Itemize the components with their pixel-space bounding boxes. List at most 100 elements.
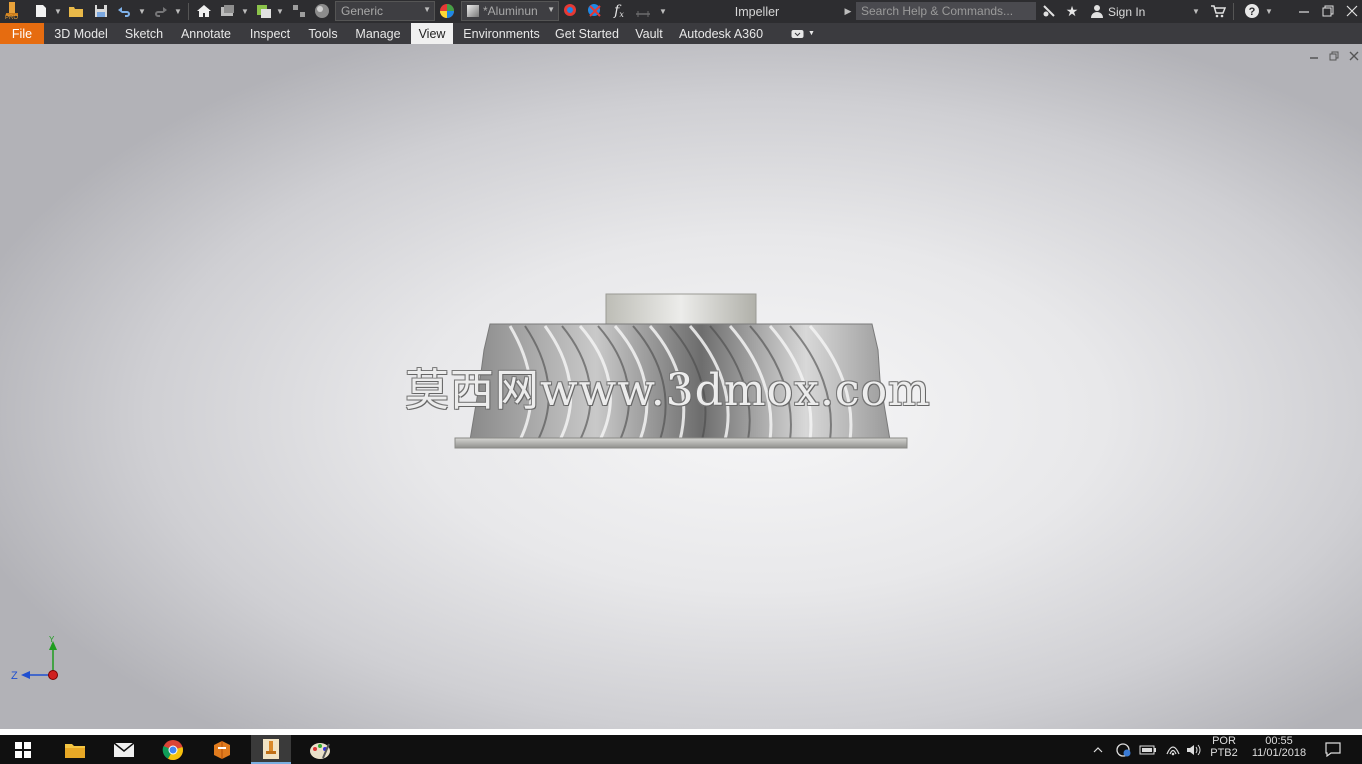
tab-label: Inspect	[249, 26, 291, 41]
title-bar: PRO ▼ ▼ ▼ ▼ ▼ Generic ▼ *Aluminun ▼ f x …	[0, 0, 1362, 23]
adjust-appearance-icon[interactable]	[562, 2, 580, 20]
viewport-close-icon[interactable]	[1347, 49, 1361, 63]
tab-file[interactable]: File	[0, 23, 44, 44]
favorites-star-icon[interactable]: ★	[1063, 2, 1081, 20]
account-dropdown-chevron-icon[interactable]: ▼	[1191, 4, 1201, 19]
viewport-restore-icon[interactable]	[1327, 49, 1341, 63]
triad-z-label: Z	[11, 670, 18, 682]
redo-dropdown-chevron-icon[interactable]: ▼	[173, 4, 183, 19]
tab-view[interactable]: View	[411, 23, 453, 44]
tab-label: File	[11, 26, 33, 41]
close-window-icon[interactable]	[1343, 2, 1361, 20]
home-icon[interactable]	[195, 2, 213, 20]
windows-taskbar: POR PTB2 00:55 11/01/2018	[0, 735, 1362, 764]
action-center-icon[interactable]	[1318, 735, 1348, 764]
impeller-hub	[605, 293, 757, 327]
appearance-combo-chevron-icon: ▼	[547, 5, 555, 14]
tab-inspect[interactable]: Inspect	[243, 23, 297, 44]
keyboard-layout-label: PTB2	[1210, 746, 1238, 759]
sign-in-button[interactable]: Sign In	[1108, 0, 1148, 23]
redo-icon[interactable]	[151, 2, 169, 20]
inventor-logo-icon[interactable]: PRO	[3, 1, 21, 22]
material-sphere-icon[interactable]	[313, 2, 331, 20]
update-icon[interactable]	[255, 2, 273, 20]
tab-label: Get Started	[555, 26, 619, 41]
project-dropdown-chevron-icon[interactable]: ▼	[240, 4, 250, 19]
inventor-taskbar-icon[interactable]	[251, 735, 291, 764]
tab-label: 3D Model	[54, 26, 108, 41]
volume-icon[interactable]	[1184, 735, 1204, 764]
new-dropdown-chevron-icon[interactable]: ▼	[53, 4, 63, 19]
show-hidden-icons-chevron-icon[interactable]	[1090, 735, 1106, 764]
customize-quick-access-chevron-icon[interactable]: ▼	[658, 4, 668, 19]
measure-icon[interactable]	[634, 2, 652, 20]
tab-label: Sketch	[124, 26, 164, 41]
tab-manage[interactable]: Manage	[349, 23, 407, 44]
material-combo[interactable]: Generic ▼	[335, 1, 435, 21]
open-folder-icon[interactable]	[67, 2, 85, 20]
appearance-color-wheel-icon[interactable]	[438, 2, 456, 20]
help-dropdown-chevron-icon[interactable]: ▼	[1264, 4, 1274, 19]
package-app-icon[interactable]	[202, 735, 242, 764]
view-triad: Y Z	[11, 636, 58, 682]
minimize-window-icon[interactable]	[1295, 2, 1313, 20]
tab-tools[interactable]: Tools	[302, 23, 344, 44]
chrome-icon[interactable]	[153, 735, 193, 764]
tab-environments[interactable]: Environments	[458, 23, 545, 44]
fx-sub: x	[619, 9, 624, 19]
tab-annotate[interactable]: Annotate	[174, 23, 238, 44]
new-file-icon[interactable]	[32, 2, 50, 20]
search-expand-chevron-icon[interactable]: ▶	[843, 4, 853, 19]
file-explorer-icon[interactable]	[55, 735, 95, 764]
update-dropdown-chevron-icon[interactable]: ▼	[275, 4, 285, 19]
search-help-input[interactable]: Search Help & Commands...	[856, 2, 1036, 20]
tab-label: Environments	[463, 26, 540, 41]
wifi-icon[interactable]	[1162, 735, 1184, 764]
restore-window-icon[interactable]	[1319, 2, 1337, 20]
ribbon-display-options-icon[interactable]: ▼	[788, 23, 818, 44]
z-axis-arrow-icon	[21, 671, 30, 679]
impeller-base-plate	[454, 437, 908, 449]
help-icon[interactable]: ?	[1243, 2, 1261, 20]
undo-icon[interactable]	[116, 2, 134, 20]
clock[interactable]: 00:55 11/01/2018	[1246, 735, 1312, 764]
watermark-text: 莫西网www.3dmox.com	[405, 365, 931, 416]
tab-sketch[interactable]: Sketch	[119, 23, 169, 44]
input-language-indicator[interactable]: POR PTB2	[1206, 735, 1242, 764]
select-filter-icon[interactable]	[290, 2, 308, 20]
network-sync-icon[interactable]	[1112, 735, 1134, 764]
language-label: POR	[1212, 734, 1236, 747]
shopping-cart-icon[interactable]	[1209, 2, 1227, 20]
svg-text:?: ?	[1249, 6, 1256, 18]
graphics-viewport[interactable]: 莫西网www.3dmox.com Y Z	[0, 44, 1362, 729]
save-icon[interactable]	[92, 2, 110, 20]
paint-app-icon[interactable]	[300, 735, 340, 764]
tab-label: Autodesk A360	[678, 26, 764, 41]
ribbon-tab-bar: File 3D Model Sketch Annotate Inspect To…	[0, 23, 1362, 44]
appearance-swatch-icon	[467, 5, 479, 17]
material-combo-chevron-icon: ▼	[423, 5, 431, 14]
tab-label: Manage	[355, 26, 401, 41]
sign-in-label: Sign In	[1108, 4, 1146, 19]
tab-label: Vault	[635, 26, 663, 41]
parameters-fx-icon[interactable]: fx	[610, 2, 628, 20]
project-icon[interactable]	[219, 2, 237, 20]
mail-icon[interactable]	[104, 735, 144, 764]
tab-label: Tools	[308, 26, 338, 41]
user-icon[interactable]	[1088, 2, 1106, 20]
tab-vault[interactable]: Vault	[629, 23, 669, 44]
clock-date: 11/01/2018	[1251, 746, 1307, 759]
binoculars-icon[interactable]	[1040, 2, 1058, 20]
x-axis-origin-icon	[48, 670, 58, 680]
undo-dropdown-chevron-icon[interactable]: ▼	[137, 4, 147, 19]
tab-label: Annotate	[180, 26, 232, 41]
tab-3d-model[interactable]: 3D Model	[48, 23, 114, 44]
tab-autodesk-a360[interactable]: Autodesk A360	[674, 23, 768, 44]
viewport-minimize-icon[interactable]	[1307, 49, 1321, 63]
windows-start-icon[interactable]	[3, 735, 43, 764]
appearance-combo[interactable]: *Aluminun ▼	[461, 1, 559, 21]
tab-get-started[interactable]: Get Started	[550, 23, 624, 44]
toolbar-divider	[1233, 3, 1234, 20]
battery-icon[interactable]	[1138, 735, 1158, 764]
clear-appearance-icon[interactable]	[586, 2, 604, 20]
